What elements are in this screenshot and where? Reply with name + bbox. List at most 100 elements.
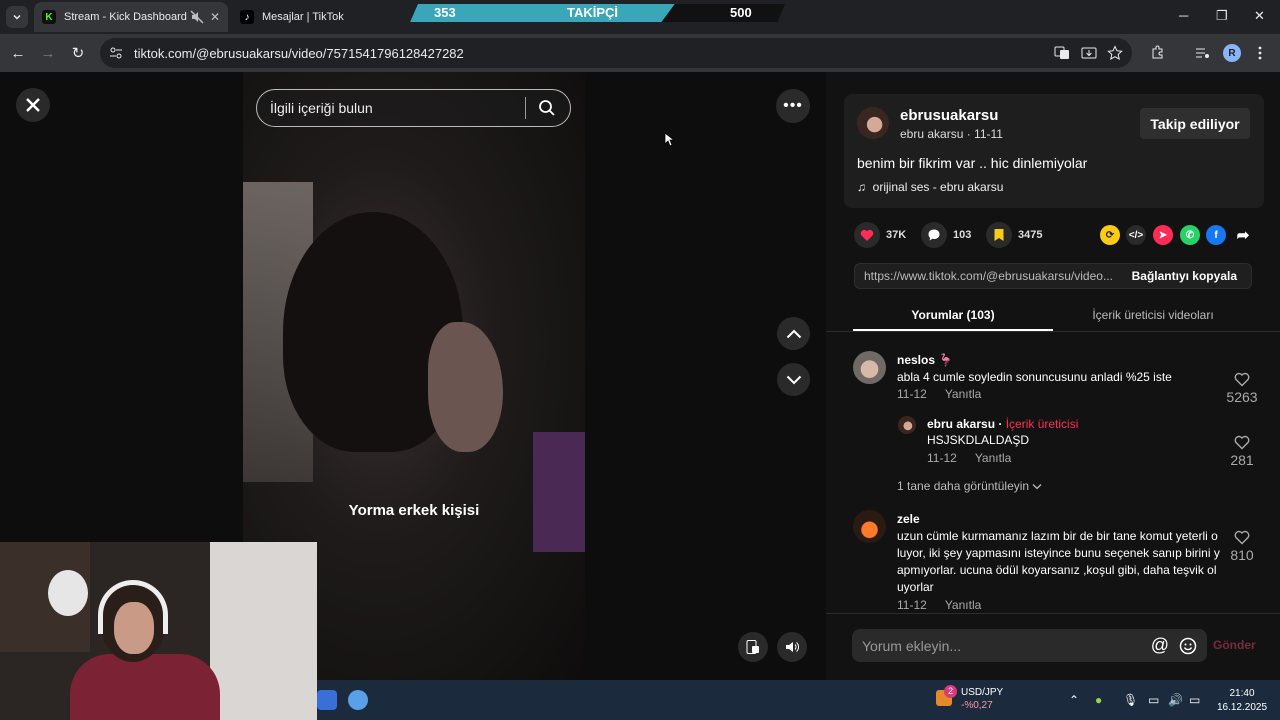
tab-title: Mesajlar | TikTok xyxy=(262,11,344,23)
site-info-icon[interactable] xyxy=(108,45,124,61)
battery-icon[interactable]: ▭ xyxy=(1189,693,1200,707)
save-action[interactable]: 3475 xyxy=(986,222,1042,248)
whatsapp-icon[interactable]: ✆ xyxy=(1180,225,1200,245)
next-video-button[interactable] xyxy=(777,363,810,396)
save-button[interactable] xyxy=(986,222,1012,248)
following-button[interactable]: Takip ediliyor xyxy=(1140,108,1250,139)
reply-text: HSJSKDLALDAŞD xyxy=(927,433,1030,447)
reload-icon[interactable]: ↻ xyxy=(68,43,88,63)
heart-outline-icon xyxy=(1234,372,1250,387)
like-action[interactable]: 37K xyxy=(854,222,906,248)
related-search-input[interactable]: İlgili içeriği bulun xyxy=(256,89,571,127)
more-options-button[interactable]: ••• xyxy=(776,89,810,123)
share-link-url[interactable]: https://www.tiktok.com/@ebrusuakarsu/vid… xyxy=(855,269,1122,283)
tab-creator-videos[interactable]: İçerik üreticisi videoları xyxy=(1053,308,1253,322)
heart-icon xyxy=(860,229,874,241)
finance-widget[interactable]: USD/JPY -%0,27 xyxy=(961,686,1003,712)
comment-button[interactable] xyxy=(921,222,947,248)
tab-tiktok-messages[interactable]: ♪ Mesajlar | TikTok xyxy=(232,2,422,32)
tray-app-icon[interactable]: ● xyxy=(1095,693,1102,707)
comment-author[interactable]: zele xyxy=(897,512,920,526)
comment-action[interactable]: 103 xyxy=(921,222,971,248)
view-more-replies-label: 1 tane daha görüntüleyin xyxy=(897,479,1030,493)
reply-author[interactable]: ebru akarsu · xyxy=(927,417,1006,431)
network-icon[interactable]: ▭ xyxy=(1148,693,1159,707)
tray-overflow-icon[interactable]: ⌃ xyxy=(1069,693,1079,707)
bookmark-star-icon[interactable] xyxy=(1107,45,1123,61)
share-link-box: https://www.tiktok.com/@ebrusuakarsu/vid… xyxy=(854,263,1252,289)
follower-current: 353 xyxy=(434,5,456,20)
post-music[interactable]: ♫ orijinal ses - ebru akarsu xyxy=(857,180,1003,194)
post-description: benim bir fikrim var .. hic dinlemiyolar xyxy=(857,155,1088,171)
video-person-face xyxy=(428,322,503,452)
tab-kick-dashboard[interactable]: K Stream - Kick Dashboard ✕ xyxy=(34,2,228,32)
maximize-icon[interactable]: ❐ xyxy=(1216,8,1228,24)
comment-meta: 11-12 Yanıtla xyxy=(897,387,981,401)
like-button[interactable] xyxy=(854,222,880,248)
embed-icon[interactable]: </> xyxy=(1126,225,1146,245)
send-comment-button[interactable]: Gönder xyxy=(1213,638,1256,652)
repost-icon[interactable]: ⟳ xyxy=(1100,225,1120,245)
webcam-person-body xyxy=(70,654,220,720)
volume-button[interactable] xyxy=(777,632,807,662)
copy-link-button[interactable]: Bağlantıyı kopyala xyxy=(1122,269,1251,283)
comment-avatar[interactable] xyxy=(853,351,886,384)
microphone-icon[interactable]: 🎙 xyxy=(1123,693,1138,707)
extensions-icon[interactable] xyxy=(1150,45,1166,61)
browser-toolbar: ← → ↻ tiktok.com/@ebrusuakarsu/video/757… xyxy=(0,34,1280,72)
install-app-icon[interactable] xyxy=(1081,45,1097,61)
mention-icon[interactable]: @ xyxy=(1151,635,1169,656)
settings-gear-icon[interactable] xyxy=(348,690,368,710)
search-icon[interactable] xyxy=(538,99,556,117)
comment-like[interactable]: 810 xyxy=(1224,530,1260,563)
webcam-panda-plush xyxy=(48,570,88,616)
comment-count: 103 xyxy=(953,229,972,241)
tab-comments[interactable]: Yorumlar (103) xyxy=(853,308,1053,322)
system-clock[interactable]: 21:40 16.12.2025 xyxy=(1212,687,1272,715)
view-more-replies-button[interactable]: 1 tane daha görüntüleyin xyxy=(897,479,1042,493)
comment-text: uzun cümle kurmamanız lazım bir de bir t… xyxy=(897,529,1220,594)
chevron-down-icon xyxy=(13,14,21,20)
comment-author[interactable]: neslos 🦩 xyxy=(897,353,953,367)
translate-icon[interactable] xyxy=(1054,45,1070,61)
reply-like[interactable]: 281 xyxy=(1224,435,1260,468)
close-window-icon[interactable]: ✕ xyxy=(1254,8,1265,24)
minimize-icon[interactable]: ─ xyxy=(1179,8,1188,23)
address-bar[interactable]: tiktok.com/@ebrusuakarsu/video/757154179… xyxy=(100,38,1132,68)
comment-date: 11-12 xyxy=(897,598,927,612)
taskbar-app-icon[interactable] xyxy=(317,690,337,710)
reply-button[interactable]: Yanıtla xyxy=(975,451,1011,465)
comment-like[interactable]: 5263 xyxy=(1224,372,1260,405)
reply-avatar[interactable] xyxy=(898,416,916,434)
heart-outline-icon xyxy=(1234,435,1250,450)
reply-button[interactable]: Yanıtla xyxy=(945,387,981,401)
clock-date: 16.12.2025 xyxy=(1216,702,1268,713)
reply-button[interactable]: Yanıtla xyxy=(945,598,981,612)
previous-video-button[interactable] xyxy=(777,317,810,350)
author-avatar[interactable] xyxy=(857,107,889,139)
facebook-icon[interactable]: f xyxy=(1206,225,1226,245)
close-video-button[interactable] xyxy=(16,88,50,122)
video-background-door xyxy=(533,432,585,552)
author-username[interactable]: ebrusuakarsu xyxy=(900,107,998,124)
menu-kebab-icon[interactable] xyxy=(1252,45,1268,61)
close-icon xyxy=(26,98,40,112)
media-controls-icon[interactable] xyxy=(1194,45,1210,61)
tab-search-button[interactable] xyxy=(6,6,28,28)
back-icon[interactable]: ← xyxy=(8,43,28,63)
floating-player-button[interactable] xyxy=(738,632,768,662)
mute-icon[interactable] xyxy=(190,10,204,24)
share-arrow-icon[interactable]: ➦ xyxy=(1233,225,1253,245)
forward-icon[interactable]: → xyxy=(38,43,58,63)
profile-avatar[interactable]: R xyxy=(1223,44,1241,62)
comment-text: abla 4 cumle soyledin sonuncusunu anladi… xyxy=(897,370,1172,384)
emoji-icon[interactable] xyxy=(1179,637,1197,655)
webcam-overlay xyxy=(0,542,317,720)
music-note-icon: ♫ xyxy=(857,180,866,194)
close-tab-icon[interactable]: ✕ xyxy=(210,10,220,24)
save-count: 3475 xyxy=(1018,229,1043,241)
send-to-friends-icon[interactable]: ➤ xyxy=(1153,225,1173,245)
comment-input[interactable]: Yorum ekleyin... @ xyxy=(852,629,1207,662)
comment-avatar[interactable] xyxy=(853,510,886,543)
speaker-icon[interactable]: 🔊 xyxy=(1168,693,1183,707)
